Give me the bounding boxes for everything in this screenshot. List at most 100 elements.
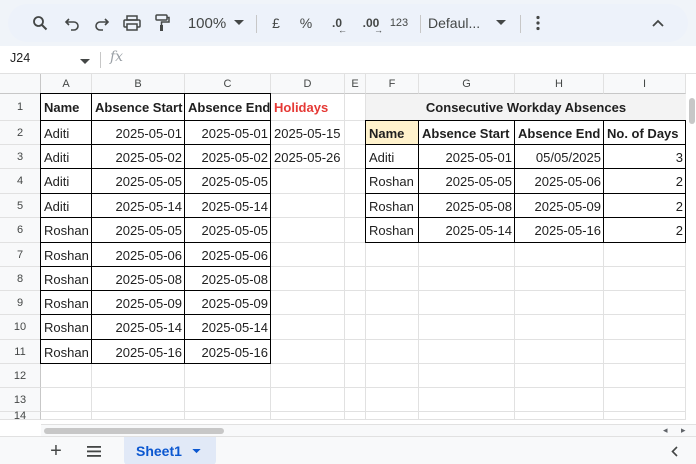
- cell[interactable]: [515, 315, 604, 340]
- cell[interactable]: [419, 388, 515, 412]
- scroll-left-icon[interactable]: ◂: [663, 425, 668, 436]
- cell[interactable]: [366, 388, 419, 412]
- holidays-header[interactable]: Holidays: [271, 94, 345, 121]
- cell[interactable]: [271, 267, 345, 291]
- table-cell[interactable]: 2025-05-02: [185, 145, 271, 169]
- name-box-dropdown-icon[interactable]: [80, 53, 90, 68]
- cell[interactable]: [41, 388, 92, 412]
- summary-cell[interactable]: 2025-05-05: [419, 169, 515, 194]
- table-cell[interactable]: 2025-05-05: [185, 218, 271, 243]
- summary-cell[interactable]: 2: [604, 218, 686, 243]
- row-header-8[interactable]: 8: [0, 267, 41, 291]
- cell[interactable]: [604, 388, 686, 412]
- cell[interactable]: [92, 412, 185, 420]
- table-header-cell[interactable]: Name: [41, 94, 92, 121]
- cell[interactable]: [345, 340, 366, 364]
- cell[interactable]: [419, 340, 515, 364]
- cell[interactable]: [345, 291, 366, 315]
- cell[interactable]: [345, 388, 366, 412]
- cell[interactable]: [271, 218, 345, 243]
- cell[interactable]: [345, 194, 366, 218]
- scroll-right-icon[interactable]: ▸: [681, 425, 686, 436]
- table-cell[interactable]: 2025-05-09: [185, 291, 271, 315]
- select-all-corner[interactable]: [0, 74, 41, 94]
- holiday-cell[interactable]: 2025-05-15: [271, 121, 345, 145]
- summary-cell[interactable]: 2025-05-16: [515, 218, 604, 243]
- summary-cell[interactable]: 2: [604, 194, 686, 218]
- row-header-14[interactable]: 14: [0, 410, 41, 422]
- cell[interactable]: [419, 412, 515, 420]
- cell[interactable]: [515, 267, 604, 291]
- cell[interactable]: [345, 364, 366, 388]
- column-header-e[interactable]: E: [345, 74, 366, 94]
- vertical-scroll-thumb[interactable]: [689, 98, 695, 124]
- row-header-12[interactable]: 12: [0, 364, 41, 388]
- print-icon[interactable]: [120, 4, 144, 42]
- cell[interactable]: [271, 412, 345, 420]
- summary-cell[interactable]: Roshan: [366, 218, 419, 243]
- table-cell[interactable]: Roshan: [41, 243, 92, 267]
- cell[interactable]: [271, 364, 345, 388]
- cell[interactable]: [185, 364, 271, 388]
- sheet-tab-sheet1[interactable]: Sheet1: [124, 437, 216, 464]
- vertical-scrollbar[interactable]: [686, 94, 696, 424]
- cell[interactable]: [366, 412, 419, 420]
- table-cell[interactable]: Roshan: [41, 267, 92, 291]
- cell[interactable]: [419, 267, 515, 291]
- table-cell[interactable]: 2025-05-08: [185, 267, 271, 291]
- row-header-11[interactable]: 11: [0, 340, 41, 364]
- cell[interactable]: [419, 243, 515, 267]
- row-header-10[interactable]: 10: [0, 315, 41, 340]
- summary-cell[interactable]: 2025-05-08: [419, 194, 515, 218]
- cell[interactable]: [515, 412, 604, 420]
- cell[interactable]: [185, 388, 271, 412]
- summary-cell[interactable]: Roshan: [366, 169, 419, 194]
- column-header-h[interactable]: H: [515, 74, 604, 94]
- font-select[interactable]: Defaul...: [428, 4, 498, 42]
- summary-header-cell[interactable]: No. of Days: [604, 121, 686, 145]
- cell[interactable]: [366, 267, 419, 291]
- cell[interactable]: [41, 412, 92, 420]
- summary-cell[interactable]: Roshan: [366, 194, 419, 218]
- summary-cell[interactable]: 2025-05-14: [419, 218, 515, 243]
- cell[interactable]: [271, 243, 345, 267]
- cell[interactable]: [271, 169, 345, 194]
- cell[interactable]: [515, 291, 604, 315]
- sheet-scroll-left-icon[interactable]: [664, 441, 684, 461]
- column-header-i[interactable]: I: [604, 74, 686, 94]
- row-header-9[interactable]: 9: [0, 291, 41, 315]
- horizontal-scrollbar[interactable]: ◂ ▸: [41, 424, 696, 436]
- cell[interactable]: [515, 243, 604, 267]
- cell[interactable]: [345, 218, 366, 243]
- paint-format-icon[interactable]: [150, 4, 174, 42]
- column-header-d[interactable]: D: [271, 74, 345, 94]
- zoom-dropdown-icon[interactable]: [232, 4, 246, 42]
- table-cell[interactable]: 2025-05-16: [185, 340, 271, 364]
- column-header-b[interactable]: B: [92, 74, 185, 94]
- table-cell[interactable]: 2025-05-06: [92, 243, 185, 267]
- row-header-2[interactable]: 2: [0, 121, 41, 145]
- increase-decimal-button[interactable]: .00 →: [356, 4, 386, 42]
- table-cell[interactable]: 2025-05-06: [185, 243, 271, 267]
- cell[interactable]: [271, 194, 345, 218]
- cell[interactable]: [515, 340, 604, 364]
- cell[interactable]: [345, 121, 366, 145]
- cell[interactable]: [185, 412, 271, 420]
- column-header-f[interactable]: F: [366, 74, 419, 94]
- cell[interactable]: [515, 364, 604, 388]
- row-header-3[interactable]: 3: [0, 145, 41, 169]
- cell[interactable]: [604, 267, 686, 291]
- cell[interactable]: [366, 291, 419, 315]
- table-cell[interactable]: 2025-05-01: [185, 121, 271, 145]
- table-header-cell[interactable]: Absence Start: [92, 94, 185, 121]
- summary-cell[interactable]: 2025-05-01: [419, 145, 515, 169]
- cell[interactable]: [345, 315, 366, 340]
- table-cell[interactable]: Roshan: [41, 315, 92, 340]
- column-header-c[interactable]: C: [185, 74, 271, 94]
- all-sheets-button[interactable]: [84, 441, 104, 461]
- more-options-icon[interactable]: [530, 4, 546, 42]
- cell[interactable]: [604, 315, 686, 340]
- column-header-g[interactable]: G: [419, 74, 515, 94]
- summary-cell[interactable]: 2: [604, 169, 686, 194]
- decrease-decimal-button[interactable]: .0 ←: [324, 4, 350, 42]
